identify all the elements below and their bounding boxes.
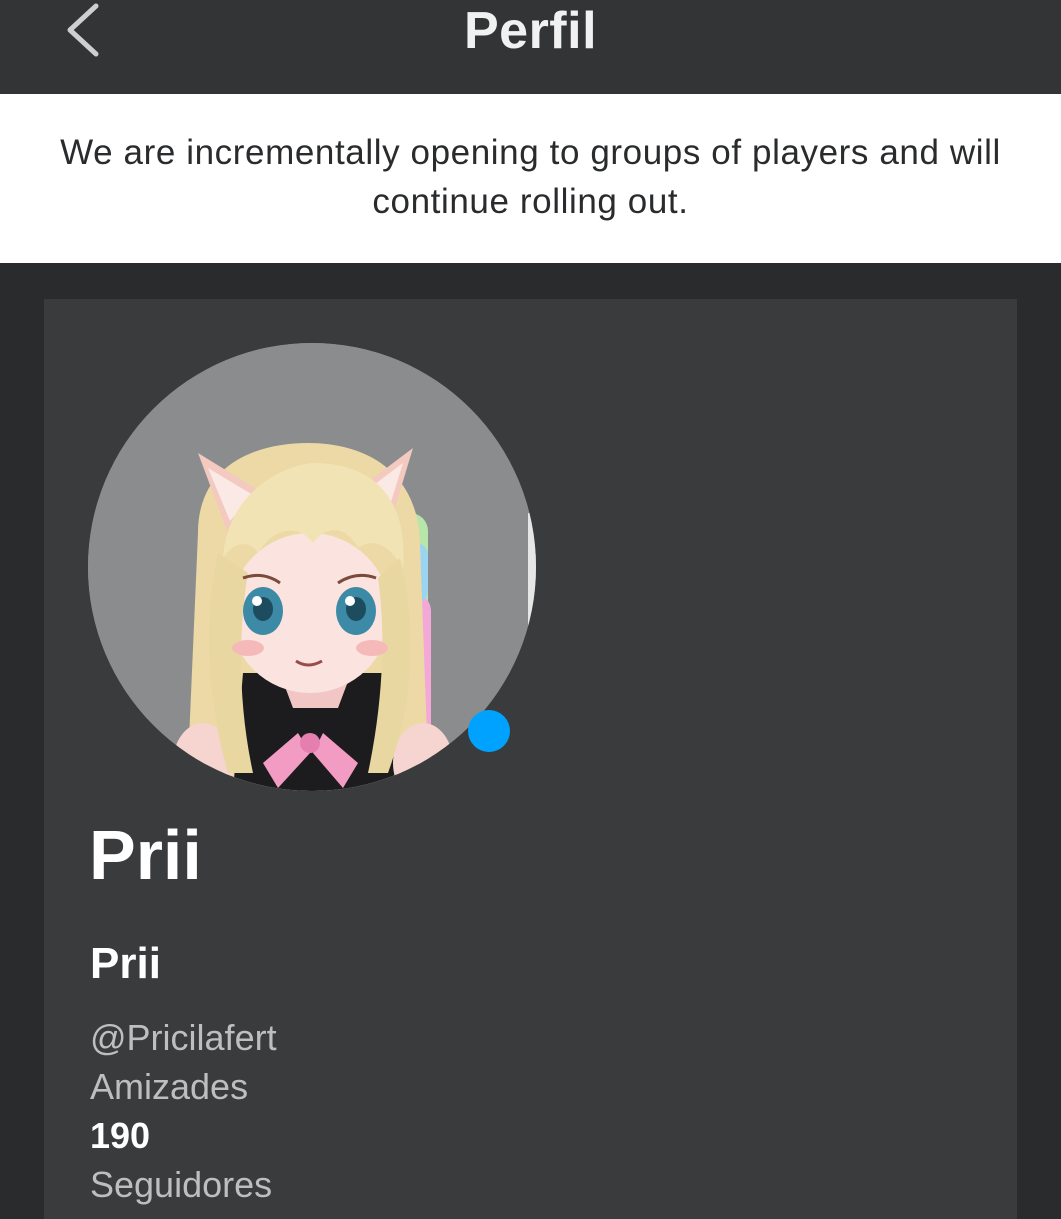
rollout-banner: We are incrementally opening to groups o… xyxy=(0,94,1061,263)
page-title: Perfil xyxy=(463,2,598,60)
followers-label[interactable]: Seguidores xyxy=(90,1162,272,1208)
banner-message: We are incrementally opening to groups o… xyxy=(60,133,1001,221)
profile-display-name: Prii xyxy=(89,816,202,894)
friends-count[interactable]: 190 xyxy=(90,1113,150,1159)
online-status-dot xyxy=(468,710,510,752)
profile-name: Prii xyxy=(90,939,161,988)
top-bar: Perfil xyxy=(0,0,1061,94)
profile-username: @Pricilafert xyxy=(90,1017,277,1058)
friends-label[interactable]: Amizades xyxy=(90,1064,248,1110)
